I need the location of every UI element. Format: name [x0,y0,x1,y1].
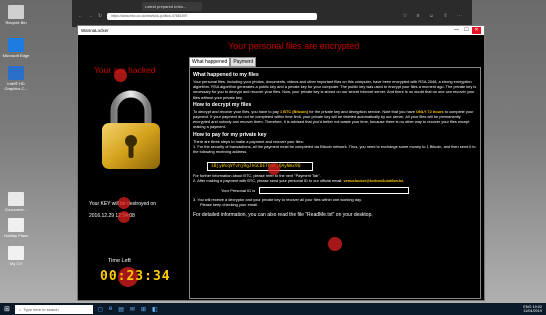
taskbar-search-box[interactable]: ○ Type here to search [14,304,93,314]
back-arrow-icon[interactable]: ← [78,13,83,19]
section-text-decrypt: To decrypt and recover your files, you h… [193,109,477,130]
personal-id-row: Your Personal ID is [221,186,477,194]
desktop-icon-label: Microsoft Edge [2,53,30,58]
intel-graphics-icon [8,66,24,80]
minimize-button[interactable]: — [452,27,461,34]
padlock-icon [102,90,160,169]
bitcoin-address-field[interactable]: 1BjyWsqVfvhjRgJhGCDETQSkjQAyNmx9Q [207,162,313,172]
readme-note: For detailed information, you can also r… [193,212,373,219]
desktop-icon-recycle-bin[interactable]: Recycle Bin [2,5,30,25]
task-view-icon[interactable]: ◻ [98,306,103,313]
address-bar[interactable]: https://www.bbc.co.uk/news/uk-politics-4… [107,12,318,20]
destroy-date: 2016.12.29 [89,213,115,219]
document-icon [8,246,24,260]
browser-window: Latest prepared Imbo... ← → ↻ https://ww… [72,0,472,27]
mail-icon[interactable]: ✉ [130,306,135,313]
pay-step-1: 1. For the security of transactions, all… [193,143,476,155]
recycle-bin-icon [8,5,24,19]
message-content: What happened to my files Your personal … [189,67,481,299]
tab-what-happened[interactable]: What happened [189,57,231,67]
desktop-icon-document[interactable]: Document... [2,192,30,212]
app-icon[interactable]: ◧ [152,306,158,313]
taskbar-pinned-apps: ◻ e ▤ ✉ ⊞ ◧ [98,306,158,313]
forward-arrow-icon[interactable]: → [88,13,93,19]
pay-step-3-note: Please keep checking your email. [200,201,258,207]
contact-email: venuslocker@torbox3uiot6wchz. [343,178,405,184]
document-icon [8,218,24,232]
windows-logo-icon[interactable]: ⊞ [4,305,10,313]
desktop-icon-intel-graphics[interactable]: Intel® HD Graphics C... [2,66,30,91]
browser-tab[interactable]: Latest prepared Imbo... [142,2,202,11]
document-icon [8,192,24,206]
section-title-what-happened: What happened to my files [193,72,259,78]
right-panel: Your personal files are encrypted What h… [188,35,484,301]
red-dot-decoration [328,237,342,251]
section-title-decrypt: How to decrypt my files [193,101,252,108]
refresh-icon[interactable]: ↻ [98,13,102,19]
encrypted-banner: Your personal files are encrypted [228,41,360,51]
section-title-pay: How to pay for my private key [193,131,267,138]
browser-tool-icons[interactable]: ☆ ≡ ☺ ⇧ ⋯ [403,13,466,19]
time-left-label: Time Left [108,258,131,264]
window-title-bar: WannaLocker — ☐ ✕ [78,26,484,35]
personal-id-label: Your Personal ID is [221,187,256,193]
browser-toolbar: ← → ↻ https://www.bbc.co.uk/news/uk-poli… [72,11,472,21]
tab-payment[interactable]: Payment [230,57,257,67]
desktop-icon-holiday-plans[interactable]: Holiday Plans [2,218,30,238]
personal-id-field[interactable] [259,186,410,194]
red-dot-decoration [268,163,280,175]
red-dot-decoration [114,69,127,82]
edge-icon[interactable]: e [109,306,112,313]
close-button[interactable]: ✕ [472,27,481,34]
desktop-icon-label: My CV [10,261,22,266]
desktop-icon-label: Intel® HD Graphics C... [4,81,28,91]
red-dot-decoration [118,197,130,209]
desktop-icon-edge[interactable]: Microsoft Edge [2,38,30,58]
desktop-icon-label: Holiday Plans [3,233,29,238]
edge-icon [8,38,24,52]
tab-bar: What happened Payment [189,57,257,67]
window-title: WannaLocker [81,28,109,33]
countdown-timer: 00:23:34 [100,269,171,284]
section-text-what-happened: Your personal files, including your phot… [193,79,477,100]
tray-date: 11/04/2019 [523,309,542,313]
search-icon: ○ [18,306,22,312]
file-explorer-icon[interactable]: ▤ [118,306,124,313]
maximize-button[interactable]: ☐ [462,27,471,34]
tray-time: 19:02 [532,304,542,309]
desktop-icon-label: Document... [5,207,27,212]
search-placeholder: Type here to search [23,306,59,312]
text-fragment: 2. After making a payment with BTC, plea… [193,178,344,184]
left-panel: Your are hacked Your KEY will be dest [78,35,188,301]
taskbar: ⊞ ○ Type here to search ◻ e ▤ ✉ ⊞ ◧ ENG … [0,303,546,315]
ransomware-window: WannaLocker — ☐ ✕ Your are hacked [77,25,485,301]
desktop-icon-label: Recycle Bin [5,20,27,25]
tray-language: ENG [523,304,532,309]
red-dot-decoration [118,211,130,223]
desktop-icon-my-cv[interactable]: My CV [2,246,30,266]
system-tray[interactable]: ENG 19:02 11/04/2019 [523,305,542,314]
pay-step-2: 2. After making a payment with BTC, plea… [193,178,477,183]
browser-tab-strip: Latest prepared Imbo... [72,0,472,11]
store-icon[interactable]: ⊞ [141,306,146,313]
